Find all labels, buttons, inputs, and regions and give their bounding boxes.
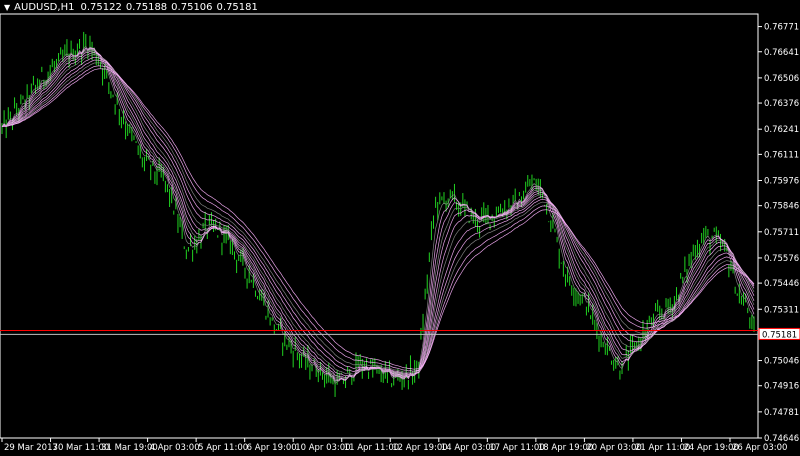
x-tick-label: 29 Mar 2017 [4,443,58,453]
x-tick-label: 6 Apr 19:00 [247,443,297,453]
y-tick-label: 0.74916 [764,382,799,392]
y-tick-label: 0.75446 [764,279,799,289]
chart-window[interactable]: ▼ AUDUSD,H1 0.75122 0.75188 0.75106 0.75181 0… [0,0,800,456]
moving-average-line [1,50,755,379]
moving-average-line [1,49,755,380]
x-tick-label: 10 Apr 03:00 [295,443,350,453]
y-tick-label: 0.74781 [764,408,799,418]
x-tick-label: 21 Apr 11:00 [635,443,690,453]
y-tick-label: 0.75046 [764,357,799,367]
current-price-label: 0.75181 [762,330,797,340]
x-tick-label: 4 Apr 03:00 [150,443,200,453]
y-tick-label: 0.75311 [764,305,799,315]
y-tick-label: 0.76641 [764,48,799,58]
y-tick-label: 0.76241 [764,125,799,135]
y-tick-label: 0.76376 [764,99,799,109]
price-chart[interactable]: 0.76771 0.76641 0.76506 0.76376 0.76241 0.761… [0,0,800,456]
y-tick-label: 0.76771 [764,23,799,33]
x-tick-label: 20 Apr 03:00 [586,443,641,453]
x-tick-label: 14 Apr 03:00 [441,443,496,453]
x-tick-label: 18 Apr 19:00 [538,443,593,453]
x-tick-label: 11 Apr 11:00 [344,443,399,453]
x-tick-label: 24 Apr 19:00 [683,443,738,453]
y-tick-label: 0.75976 [764,177,799,187]
x-tick-label: 26 Apr 03:00 [732,443,787,453]
y-tick-label: 0.75846 [764,202,799,212]
x-tick-label: 5 Apr 11:00 [198,443,248,453]
y-tick-label: 0.76506 [764,74,799,84]
y-tick-label: 0.76111 [764,150,799,160]
x-tick-label: 17 Apr 11:00 [489,443,544,453]
x-tick-label: 12 Apr 19:00 [392,443,447,453]
y-tick-label: 0.75576 [764,254,799,264]
y-tick-label: 0.75711 [764,228,799,238]
